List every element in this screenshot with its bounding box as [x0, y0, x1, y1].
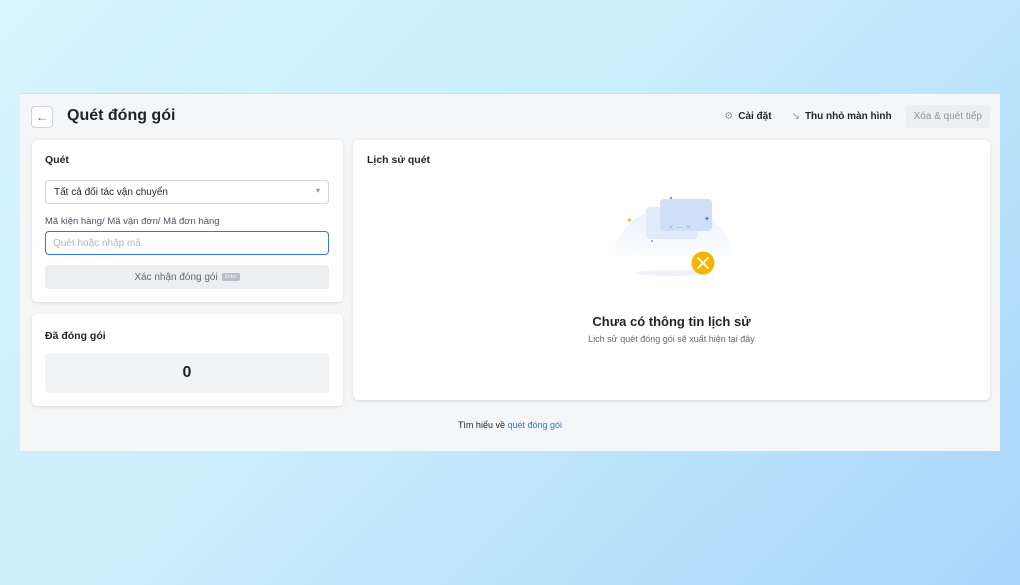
packed-card: Đã đóng gói 0 [32, 314, 343, 406]
settings-button[interactable]: ⚙ Cài đặt [718, 107, 777, 126]
chevron-down-icon: ▾ [315, 186, 320, 195]
collapse-icon: ↘ [791, 111, 800, 122]
header-actions: ⚙ Cài đặt ↘ Thu nhỏ màn hình Xóa & quét … [718, 105, 990, 128]
gear-icon: ⚙ [724, 111, 734, 122]
packed-card-title: Đã đóng gói [45, 330, 106, 342]
carrier-select-value: Tất cả đối tác vận chuyển [54, 187, 168, 198]
minimize-label: Thu nhỏ màn hình [804, 111, 892, 122]
clear-and-rescan-button[interactable]: Xóa & quét tiếp [905, 105, 990, 128]
footer-prefix: Tìm hiểu về [457, 420, 505, 430]
minimize-screen-button[interactable]: ↘ Thu nhỏ màn hình [786, 107, 898, 126]
arrow-left-icon: ← [36, 110, 48, 124]
page-title: Quét đóng gói [67, 107, 176, 124]
empty-history-subtitle: Lịch sử quét đóng gói sẽ xuất hiện tại đ… [588, 334, 755, 344]
code-input[interactable] [45, 231, 329, 255]
scan-card: Quét Tất cả đối tác vận chuyển ▾ Mã kiện… [32, 140, 343, 302]
empty-history-illustration: × — × ✦ ✦ [612, 196, 734, 276]
packed-count: 0 [45, 353, 329, 393]
history-card: Lịch sử quét × — × ✦ ✦ Chưa có thông tin… [353, 140, 990, 400]
confirm-label: Xác nhận đóng gói [134, 271, 218, 283]
history-card-title: Lịch sử quét [367, 154, 431, 166]
page-header: ← Quét đóng gói ⚙ Cài đặt ↘ Thu nhỏ màn … [20, 94, 1000, 140]
enter-key-badge: Enter [221, 273, 240, 281]
footer-learn-more: Tìm hiểu về quét đóng gói [20, 420, 1000, 430]
svg-text:× — ×: × — × [668, 223, 691, 231]
back-button[interactable]: ← [31, 106, 53, 128]
empty-history-title: Chưa có thông tin lịch sử [592, 314, 751, 329]
carrier-select[interactable]: Tất cả đối tác vận chuyển ▾ [45, 180, 329, 204]
svg-text:✦: ✦ [626, 216, 633, 225]
scan-card-title: Quét [45, 154, 69, 166]
confirm-packing-button[interactable]: Xác nhận đóng gói Enter [45, 265, 329, 289]
packing-app: ← Quét đóng gói ⚙ Cài đặt ↘ Thu nhỏ màn … [20, 93, 1000, 451]
learn-more-link[interactable]: quét đóng gói [507, 420, 562, 430]
settings-label: Cài đặt [738, 111, 772, 122]
code-field-label: Mã kiện hàng/ Mã vận đơn/ Mã đơn hàng [45, 216, 220, 227]
svg-text:✦: ✦ [704, 215, 710, 223]
